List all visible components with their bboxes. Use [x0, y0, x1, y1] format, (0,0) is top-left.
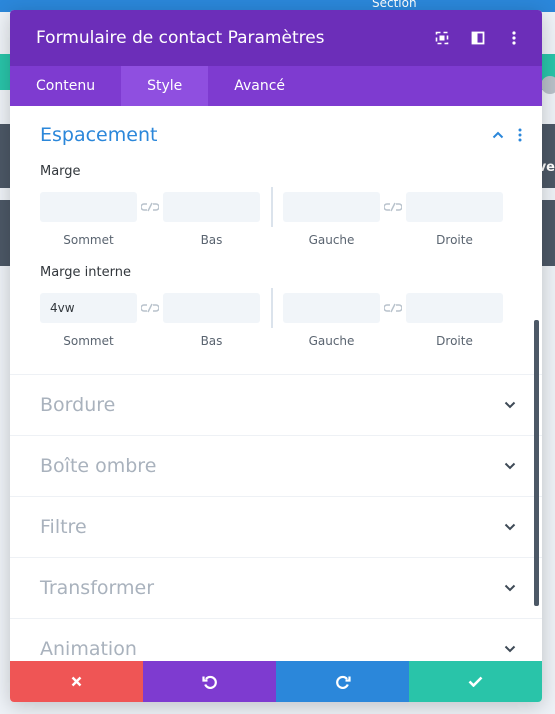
section-more-icon[interactable]	[518, 128, 522, 142]
layout-toggle-button[interactable]	[460, 10, 496, 66]
link-icon	[384, 303, 402, 313]
margin-top-input[interactable]	[40, 192, 137, 222]
tab-contenu[interactable]: Contenu	[10, 66, 121, 106]
padding-left-input[interactable]	[283, 293, 380, 323]
padding-bottom-input[interactable]	[163, 293, 260, 323]
padding-link-vertical-button[interactable]	[137, 293, 163, 323]
margin-bottom-input[interactable]	[163, 192, 260, 222]
save-button[interactable]	[409, 661, 542, 702]
section-boite-ombre-title: Boîte ombre	[40, 455, 157, 477]
settings-content[interactable]: Espacement Marge Sommet Bas Gauche Droit…	[10, 106, 542, 661]
link-icon	[141, 303, 159, 313]
background-settings-icon	[541, 76, 555, 94]
padding-link-horizontal-button[interactable]	[380, 293, 406, 323]
fullscreen-icon	[435, 31, 449, 45]
checkmark-icon	[468, 676, 483, 687]
background-dark-block	[0, 200, 10, 266]
tab-avance[interactable]: Avancé	[208, 66, 311, 106]
sidebar-layout-icon	[471, 31, 485, 45]
margin-link-vertical-button[interactable]	[137, 192, 163, 222]
divider	[271, 288, 273, 328]
redo-icon	[335, 675, 351, 689]
link-icon	[384, 202, 402, 212]
background-section-label: Section	[372, 0, 417, 10]
scrollbar[interactable]	[534, 320, 539, 606]
margin-right-input[interactable]	[406, 192, 503, 222]
section-transformer[interactable]: Transformer	[10, 557, 542, 618]
chevron-down-icon	[504, 462, 516, 470]
cancel-button[interactable]	[10, 661, 143, 702]
section-filtre[interactable]: Filtre	[10, 496, 542, 557]
fullscreen-button[interactable]	[424, 10, 460, 66]
section-bordure-title: Bordure	[40, 394, 116, 416]
modal-header[interactable]: Formulaire de contact Paramètres	[10, 10, 542, 66]
margin-top-sublabel: Sommet	[63, 233, 114, 247]
close-icon	[71, 676, 82, 687]
section-bordure[interactable]: Bordure	[10, 374, 542, 435]
margin-bottom-sublabel: Bas	[200, 233, 223, 247]
margin-left-input[interactable]	[283, 192, 380, 222]
margin-label: Marge	[40, 164, 81, 179]
undo-icon	[201, 675, 217, 689]
padding-bottom-sublabel: Bas	[200, 334, 223, 348]
settings-modal: Formulaire de contact Paramètres Contenu…	[10, 10, 542, 702]
chevron-down-icon	[504, 584, 516, 592]
more-options-button[interactable]	[496, 10, 532, 66]
section-animation-title: Animation	[40, 638, 137, 660]
margin-link-horizontal-button[interactable]	[380, 192, 406, 222]
section-transformer-title: Transformer	[40, 577, 155, 599]
background-teal-strip	[0, 54, 10, 90]
chevron-down-icon	[504, 523, 516, 531]
padding-label: Marge interne	[40, 265, 131, 280]
modal-tabs: Contenu Style Avancé	[10, 66, 542, 106]
padding-right-input[interactable]	[406, 293, 503, 323]
chevron-down-icon	[504, 401, 516, 409]
margin-left-sublabel: Gauche	[308, 233, 355, 247]
spacing-section-header[interactable]: Espacement	[10, 106, 542, 164]
padding-left-sublabel: Gauche	[308, 334, 355, 348]
padding-top-sublabel: Sommet	[63, 334, 114, 348]
chevron-up-icon[interactable]	[492, 131, 504, 139]
background-dark-block	[0, 124, 10, 188]
chevron-down-icon	[504, 645, 516, 653]
more-vertical-icon	[512, 31, 516, 45]
undo-button[interactable]	[143, 661, 276, 702]
background-dark-block	[542, 200, 555, 266]
margin-right-sublabel: Droite	[436, 233, 473, 247]
section-boite-ombre[interactable]: Boîte ombre	[10, 435, 542, 496]
tab-style[interactable]: Style	[121, 66, 209, 106]
redo-button[interactable]	[276, 661, 409, 702]
link-icon	[141, 202, 159, 212]
padding-right-sublabel: Droite	[436, 334, 473, 348]
background-dark-block	[542, 124, 555, 188]
modal-title: Formulaire de contact Paramètres	[36, 28, 325, 48]
section-animation[interactable]: Animation	[10, 618, 542, 661]
divider	[271, 187, 273, 227]
spacing-section-title: Espacement	[40, 124, 158, 146]
padding-field: Marge interne 4vw Sommet Bas Gauche Droi…	[10, 265, 542, 348]
section-filtre-title: Filtre	[40, 516, 87, 538]
modal-footer	[10, 661, 542, 702]
margin-field: Marge Sommet Bas Gauche Droite	[10, 164, 542, 247]
padding-top-input[interactable]: 4vw	[40, 293, 137, 323]
